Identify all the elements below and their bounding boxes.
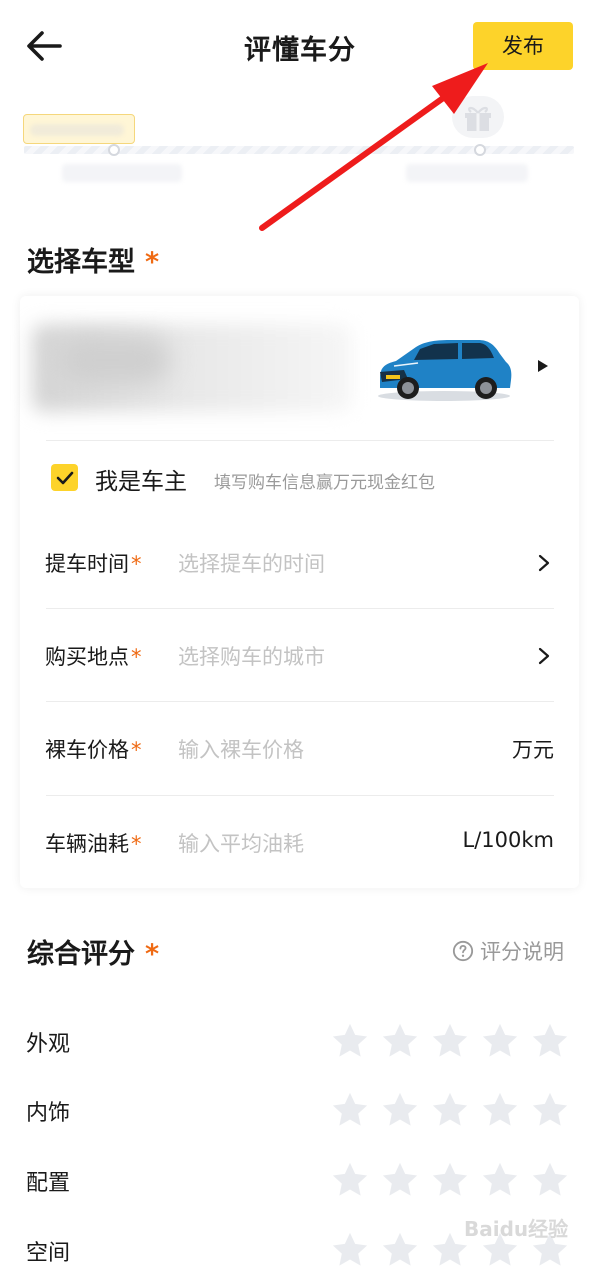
- required-mark: *: [145, 247, 160, 278]
- form-label: 车辆油耗*: [45, 828, 142, 858]
- overall-rating-title-text: 综合评分: [27, 939, 135, 970]
- progress-tooltip: [23, 114, 135, 144]
- required-mark: *: [131, 832, 142, 856]
- select-model-title: 选择车型 *: [27, 240, 159, 279]
- star-icon[interactable]: [431, 1161, 469, 1199]
- car-name-blur-detail: [60, 336, 170, 384]
- pickup-date-field[interactable]: 选择提车的时间: [178, 548, 325, 578]
- star-icon[interactable]: [381, 1161, 419, 1199]
- rating-help-text: 评分说明: [480, 940, 564, 964]
- progress-label-end: [406, 164, 528, 182]
- rating-stars: [331, 1161, 581, 1201]
- checkmark-icon: [56, 471, 74, 485]
- form-row-fuel-consumption: 车辆油耗* 输入平均油耗 L/100km: [20, 796, 579, 889]
- star-icon[interactable]: [531, 1091, 569, 1129]
- progress-track: [24, 146, 574, 154]
- form-label: 提车时间*: [45, 548, 142, 578]
- question-circle-icon: [452, 940, 474, 962]
- publish-button[interactable]: 发布: [473, 22, 573, 70]
- required-mark: *: [131, 738, 142, 762]
- form-label-text: 购买地点: [45, 645, 129, 669]
- owner-hint: 填写购车信息赢万元现金红包: [214, 473, 435, 493]
- star-icon[interactable]: [381, 1231, 419, 1269]
- star-icon[interactable]: [481, 1091, 519, 1129]
- overall-rating-title: 综合评分 *: [27, 932, 159, 971]
- purchase-city-field[interactable]: 选择购车的城市: [178, 641, 325, 671]
- required-mark: *: [145, 939, 160, 970]
- progress-dot-start: [108, 144, 120, 156]
- star-icon[interactable]: [381, 1022, 419, 1060]
- star-icon[interactable]: [531, 1022, 569, 1060]
- progress-tooltip-text: [30, 124, 124, 136]
- chevron-right-icon: [538, 647, 550, 665]
- star-icon[interactable]: [481, 1161, 519, 1199]
- rating-help-link[interactable]: 评分说明: [452, 937, 564, 965]
- form-label: 裸车价格*: [45, 734, 142, 764]
- required-mark: *: [131, 552, 142, 576]
- rating-row: 内饰: [0, 1091, 600, 1131]
- form-row-purchase-city[interactable]: 购买地点* 选择购车的城市: [20, 609, 579, 702]
- form-label-text: 车辆油耗: [45, 832, 129, 856]
- reward-progress: [0, 96, 600, 196]
- car-image: [378, 340, 512, 401]
- fuel-consumption-input[interactable]: 输入平均油耗: [178, 828, 304, 858]
- model-card: 我是车主 填写购车信息赢万元现金红包 提车时间* 选择提车的时间 购买地点* 选…: [20, 296, 579, 888]
- header: 评懂车分 发布: [0, 0, 600, 96]
- baidu-watermark-logo: Baidu经验: [464, 1217, 568, 1241]
- rating-stars: [331, 1091, 581, 1131]
- star-icon[interactable]: [431, 1091, 469, 1129]
- star-icon[interactable]: [331, 1231, 369, 1269]
- select-model-title-text: 选择车型: [27, 247, 135, 278]
- rating-stars: [331, 1022, 581, 1062]
- watermark-text: Baidu经验: [464, 1217, 568, 1241]
- rating-label: 空间: [26, 1241, 71, 1266]
- form-label: 购买地点*: [45, 641, 142, 671]
- car-model-selector[interactable]: [20, 296, 579, 440]
- rating-label: 配置: [26, 1171, 71, 1196]
- required-mark: *: [131, 645, 142, 669]
- divider: [46, 440, 554, 441]
- form-row-bare-price: 裸车价格* 输入裸车价格 万元: [20, 702, 579, 795]
- owner-label: 我是车主: [95, 469, 187, 495]
- gift-icon-bg: [452, 96, 504, 138]
- form-row-pickup-date[interactable]: 提车时间* 选择提车的时间: [20, 516, 579, 609]
- rating-row: 外观: [0, 1022, 600, 1062]
- rating-label: 内饰: [26, 1101, 71, 1126]
- star-icon[interactable]: [481, 1022, 519, 1060]
- bare-price-input[interactable]: 输入裸车价格: [178, 734, 304, 764]
- star-icon[interactable]: [531, 1161, 569, 1199]
- rating-label: 外观: [26, 1032, 71, 1057]
- star-icon[interactable]: [431, 1022, 469, 1060]
- chevron-right-icon: [538, 554, 550, 572]
- progress-dot-end: [474, 144, 486, 156]
- fuel-unit: L/100km: [462, 828, 554, 852]
- progress-label-start: [62, 164, 182, 182]
- owner-row: 我是车主 填写购车信息赢万元现金红包: [20, 442, 579, 514]
- star-icon[interactable]: [381, 1091, 419, 1129]
- triangle-right-icon: [538, 360, 548, 372]
- form-label-text: 裸车价格: [45, 738, 129, 762]
- star-icon[interactable]: [331, 1091, 369, 1129]
- owner-checkbox[interactable]: [51, 464, 78, 491]
- form-label-text: 提车时间: [45, 552, 129, 576]
- star-icon[interactable]: [331, 1022, 369, 1060]
- rating-row: 配置: [0, 1161, 600, 1201]
- price-unit: 万元: [512, 738, 554, 762]
- gift-icon: [465, 106, 491, 131]
- star-icon[interactable]: [331, 1161, 369, 1199]
